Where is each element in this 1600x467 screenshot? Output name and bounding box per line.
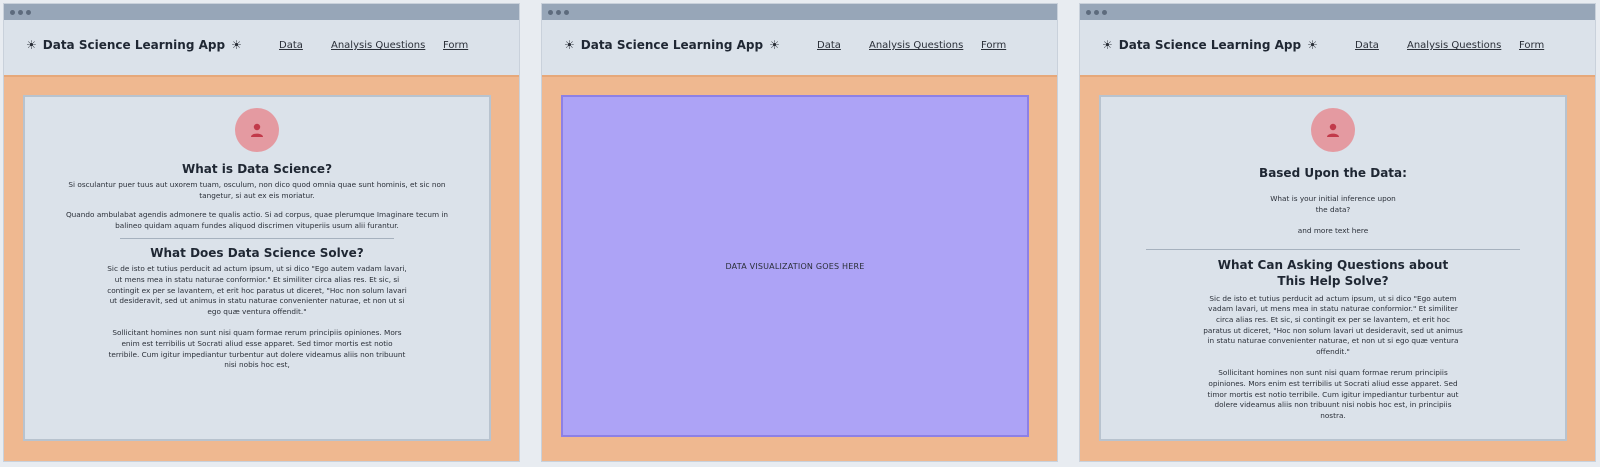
paragraph: Sic de isto et tutius perducit ad actum …	[107, 264, 407, 316]
brand[interactable]: ☀ Data Science Learning App ☀	[26, 38, 242, 52]
divider	[120, 238, 394, 240]
paragraph: Quando ambulabat agendis admonere te qua…	[65, 210, 449, 230]
info-card: What is Data Science? Si osculantur puer…	[23, 95, 491, 441]
window-dot[interactable]	[556, 9, 561, 15]
nav-link-data[interactable]: Data	[817, 40, 841, 51]
question-line: the data?	[1315, 204, 1351, 214]
more-text: and more text here	[1297, 226, 1369, 236]
brand[interactable]: ☀ Data Science Learning App ☀	[1102, 38, 1318, 52]
heading-what-does-data-science-solve: What Does Data Science Solve?	[150, 246, 364, 261]
paragraph: Si osculantur puer tuus aut uxorem tuam,…	[68, 180, 446, 200]
nav-link-form[interactable]: Form	[981, 40, 1006, 51]
heading-what-is-data-science: What is Data Science?	[181, 162, 333, 176]
viz-label: DATA VISUALIZATION GOES HERE	[725, 261, 865, 271]
brand[interactable]: ☀ Data Science Learning App ☀	[564, 38, 780, 52]
divider	[1146, 248, 1520, 250]
nav-link-data[interactable]: Data	[279, 40, 303, 51]
heading-based-upon-the-data: Based Upon the Data:	[1259, 166, 1407, 180]
window-titlebar	[542, 4, 1057, 20]
heading-this-help-solve: This Help Solve?	[1277, 273, 1389, 288]
window-dot[interactable]	[548, 9, 553, 15]
content-area: Based Upon the Data: What is your initia…	[1080, 77, 1595, 461]
lightbulb-icon: ☀	[1307, 38, 1318, 52]
paragraph: Sollicitant homines non sunt nisi quam f…	[108, 328, 406, 370]
window-dot[interactable]	[10, 9, 15, 15]
window-data-visualization: ☀ Data Science Learning App ☀ Data Analy…	[542, 4, 1057, 461]
lightbulb-icon: ☀	[231, 38, 242, 52]
heading-what-can-asking-questions: What Can Asking Questions about	[1217, 257, 1449, 272]
lightbulb-icon: ☀	[564, 38, 575, 52]
window-what-is-data-science: ☀ Data Science Learning App ☀ Data Analy…	[4, 4, 519, 461]
window-dot[interactable]	[1102, 9, 1107, 15]
window-dot[interactable]	[1094, 9, 1099, 15]
info-card: Based Upon the Data: What is your initia…	[1099, 95, 1567, 441]
question-line: What is your initial inference upon	[1270, 194, 1396, 203]
window-dot[interactable]	[26, 9, 31, 15]
window-titlebar	[1080, 4, 1595, 20]
avatar	[235, 108, 279, 152]
window-based-upon-the-data: ☀ Data Science Learning App ☀ Data Analy…	[1080, 4, 1595, 461]
user-icon	[1327, 123, 1339, 137]
nav-link-analysis-questions[interactable]: Analysis Questions	[331, 40, 425, 51]
window-titlebar	[4, 4, 519, 20]
lightbulb-icon: ☀	[1102, 38, 1113, 52]
lightbulb-icon: ☀	[769, 38, 780, 52]
window-dot[interactable]	[1086, 9, 1091, 15]
nav-link-data[interactable]: Data	[1355, 40, 1379, 51]
content-area: DATA VISUALIZATION GOES HERE	[542, 77, 1057, 461]
avatar	[1311, 108, 1355, 152]
lightbulb-icon: ☀	[26, 38, 37, 52]
app-title: Data Science Learning App	[1118, 38, 1302, 52]
window-dot[interactable]	[18, 9, 23, 15]
content-area: What is Data Science? Si osculantur puer…	[4, 77, 519, 461]
nav-link-analysis-questions[interactable]: Analysis Questions	[1407, 40, 1501, 51]
window-dot[interactable]	[564, 9, 569, 15]
nav-link-analysis-questions[interactable]: Analysis Questions	[869, 40, 963, 51]
nav-link-form[interactable]: Form	[443, 40, 468, 51]
data-visualization-placeholder: DATA VISUALIZATION GOES HERE	[561, 95, 1029, 437]
nav-link-form[interactable]: Form	[1519, 40, 1544, 51]
paragraph: Sic de isto et tutius perducit ad actum …	[1203, 293, 1463, 356]
app-header: ☀ Data Science Learning App ☀ Data Analy…	[1080, 20, 1595, 77]
paragraph: Sollicitant homines non sunt nisi quam f…	[1207, 368, 1459, 420]
app-title: Data Science Learning App	[42, 38, 226, 52]
app-header: ☀ Data Science Learning App ☀ Data Analy…	[542, 20, 1057, 77]
user-icon	[251, 123, 263, 137]
app-title: Data Science Learning App	[580, 38, 764, 52]
app-header: ☀ Data Science Learning App ☀ Data Analy…	[4, 20, 519, 77]
